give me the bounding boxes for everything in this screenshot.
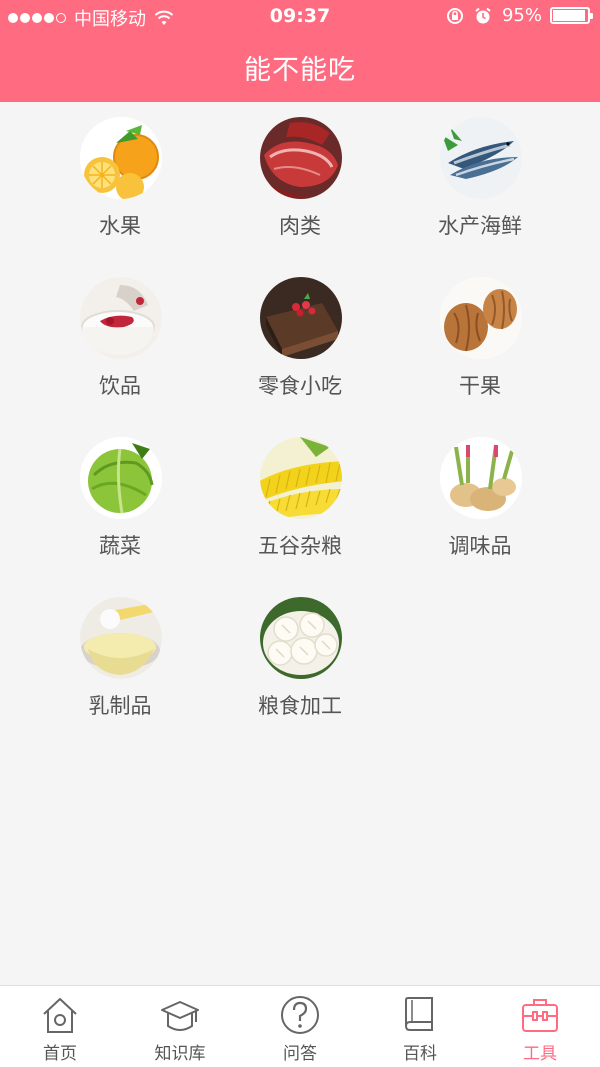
category-processed-food[interactable]: 粮食加工 [210, 582, 390, 732]
fruit-image [80, 117, 162, 199]
status-bar: 中国移动 09:37 95% [0, 0, 600, 32]
book-icon [405, 997, 433, 1031]
rotation-lock-icon [446, 7, 463, 24]
tab-label: 问答 [283, 1044, 317, 1064]
tab-home[interactable]: 首页 [0, 986, 120, 1067]
category-label: 水产海鲜 [438, 214, 522, 238]
tab-label: 首页 [43, 1044, 77, 1064]
category-label: 饮品 [99, 374, 141, 398]
page-title: 能不能吃 [244, 55, 356, 86]
category-grains[interactable]: 五谷杂粮 [210, 422, 390, 572]
tab-bar: 首页 知识库 问答 百科 工具 [0, 985, 600, 1067]
category-meat[interactable]: 肉类 [210, 102, 390, 252]
snacks-image [260, 277, 342, 359]
category-nuts[interactable]: 干果 [390, 262, 570, 412]
tab-knowledge[interactable]: 知识库 [120, 986, 240, 1067]
category-label: 水果 [99, 214, 141, 238]
grains-image [260, 437, 342, 519]
tab-encyclopedia[interactable]: 百科 [360, 986, 480, 1067]
category-snacks[interactable]: 零食小吃 [210, 262, 390, 412]
tab-label: 工具 [523, 1044, 557, 1064]
seafood-image [440, 117, 522, 199]
category-vegetables[interactable]: 蔬菜 [30, 422, 210, 572]
category-label: 干果 [459, 374, 501, 398]
category-drinks[interactable]: 饮品 [30, 262, 210, 412]
category-label: 调味品 [448, 534, 512, 558]
tab-label: 知识库 [154, 1044, 206, 1064]
toolbox-icon [522, 999, 558, 1032]
category-label: 蔬菜 [99, 534, 141, 558]
category-fruit[interactable]: 水果 [30, 102, 210, 252]
category-label: 五谷杂粮 [258, 534, 342, 558]
tab-qa[interactable]: 问答 [240, 986, 360, 1067]
condiments-image [440, 437, 522, 519]
category-condiments[interactable]: 调味品 [390, 422, 570, 572]
question-icon [281, 996, 319, 1034]
drinks-image [80, 277, 162, 359]
alarm-icon [475, 7, 491, 23]
nuts-image [440, 277, 522, 359]
dairy-image [80, 597, 162, 679]
category-dairy[interactable]: 乳制品 [30, 582, 210, 732]
vegetables-image [80, 437, 162, 519]
header: 中国移动 09:37 95% 能不能吃 [0, 0, 600, 102]
home-icon [43, 998, 77, 1033]
battery-icon [550, 7, 593, 24]
meat-image [260, 117, 342, 199]
tab-tools[interactable]: 工具 [480, 986, 600, 1067]
category-label: 肉类 [279, 214, 321, 238]
category-label: 零食小吃 [258, 374, 342, 398]
processed-food-image [260, 597, 342, 679]
graduation-cap-icon [161, 1001, 199, 1031]
battery-percent: 95% [501, 5, 542, 26]
category-seafood[interactable]: 水产海鲜 [390, 102, 570, 252]
status-right: 95% [446, 5, 593, 26]
category-label: 乳制品 [88, 694, 152, 718]
category-label: 粮食加工 [258, 694, 342, 718]
tab-label: 百科 [403, 1044, 437, 1064]
